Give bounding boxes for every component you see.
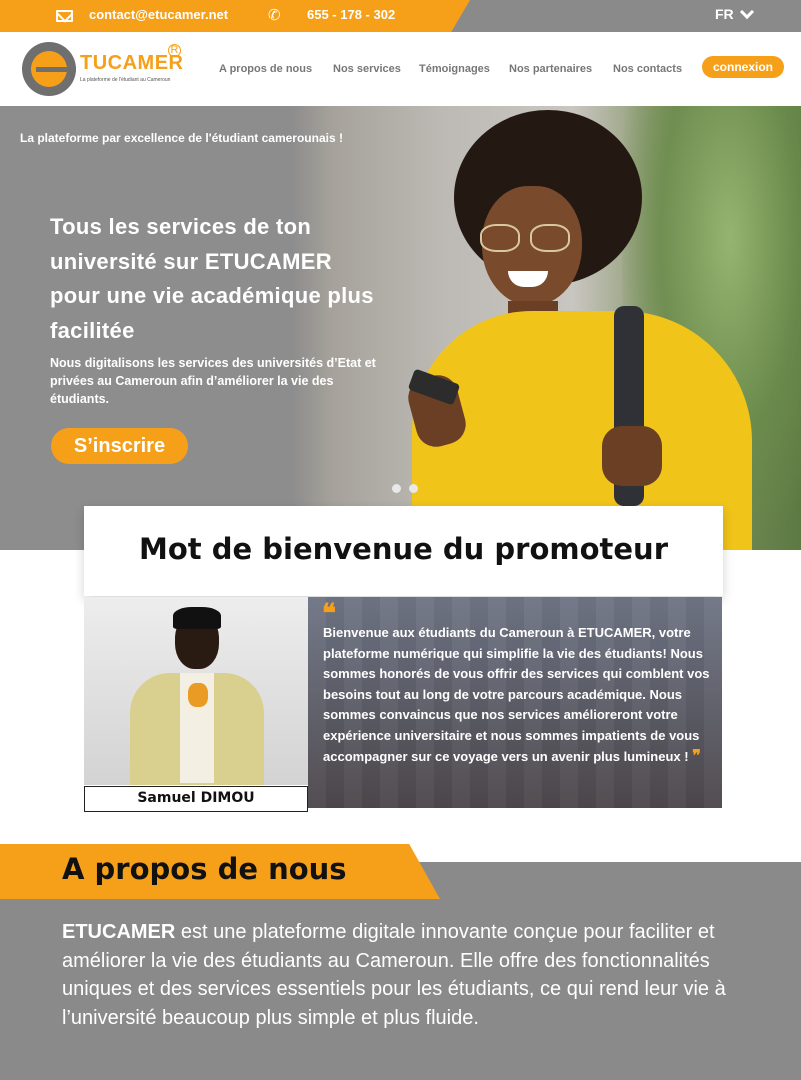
hero-tagline: La plateforme par excellence de l'étudia…: [20, 131, 343, 145]
language-selector[interactable]: FR: [715, 4, 754, 22]
registered-mark: R: [168, 44, 181, 57]
about-brand: ETUCAMER: [62, 921, 176, 943]
contact-email-link[interactable]: contact@etucamer.net: [89, 7, 228, 22]
quote-body: Bienvenue aux étudiants du Cameroun à ET…: [323, 623, 718, 768]
nav-about[interactable]: A propos de nous: [219, 63, 312, 75]
about-section: A propos de nous ETUCAMER est une platef…: [0, 844, 801, 1080]
promoter-quote: ❝ Bienvenue aux étudiants du Cameroun à …: [308, 597, 722, 808]
about-title-band: A propos de nous: [0, 844, 440, 899]
top-bar: contact@etucamer.net ✆ 655 - 178 - 302 F…: [0, 0, 801, 32]
welcome-card: Mot de bienvenue du promoteur: [84, 506, 723, 596]
signup-button[interactable]: S’inscrire: [51, 428, 188, 464]
logo-text: TUCAMER: [80, 52, 184, 74]
logo-tagline: La plateforme de l'étudiant au Cameroun: [80, 77, 171, 83]
promoter-name: Samuel DIMOU: [84, 786, 308, 812]
language-label: FR: [715, 6, 734, 22]
chevron-down-icon: [739, 4, 754, 19]
nav-contacts[interactable]: Nos contacts: [613, 63, 682, 75]
phone-icon: ✆: [268, 6, 281, 24]
hero-description: Nous digitalisons les services des unive…: [50, 356, 376, 406]
promoter-photo: [84, 597, 308, 785]
site-header: TUCAMER R La plateforme de l'étudiant au…: [0, 32, 801, 106]
welcome-title: Mot de bienvenue du promoteur: [138, 532, 668, 566]
nav-partners[interactable]: Nos partenaires: [509, 63, 592, 75]
logo-emblem: [22, 42, 76, 96]
about-description: ETUCAMER est une plateforme digitale inn…: [62, 918, 762, 1032]
about-title: A propos de nous: [62, 852, 347, 886]
carousel-dots: [392, 484, 418, 493]
carousel-dot[interactable]: [392, 484, 401, 493]
nav-services[interactable]: Nos services: [333, 63, 401, 75]
quote-close-icon: ❞: [692, 746, 701, 765]
login-button[interactable]: connexion: [702, 56, 784, 78]
hero-title: Tous les services de ton université sur …: [50, 214, 374, 343]
mail-icon: [56, 10, 73, 22]
etucamer-logo[interactable]: TUCAMER R La plateforme de l'étudiant au…: [22, 40, 192, 98]
hero-banner: La plateforme par excellence de l'étudia…: [0, 106, 801, 550]
carousel-dot[interactable]: [409, 484, 418, 493]
nav-testimonials[interactable]: Témoignages: [419, 63, 490, 75]
contact-phone-link[interactable]: 655 - 178 - 302: [307, 7, 395, 22]
quote-text: Bienvenue aux étudiants du Cameroun à ET…: [323, 625, 710, 764]
